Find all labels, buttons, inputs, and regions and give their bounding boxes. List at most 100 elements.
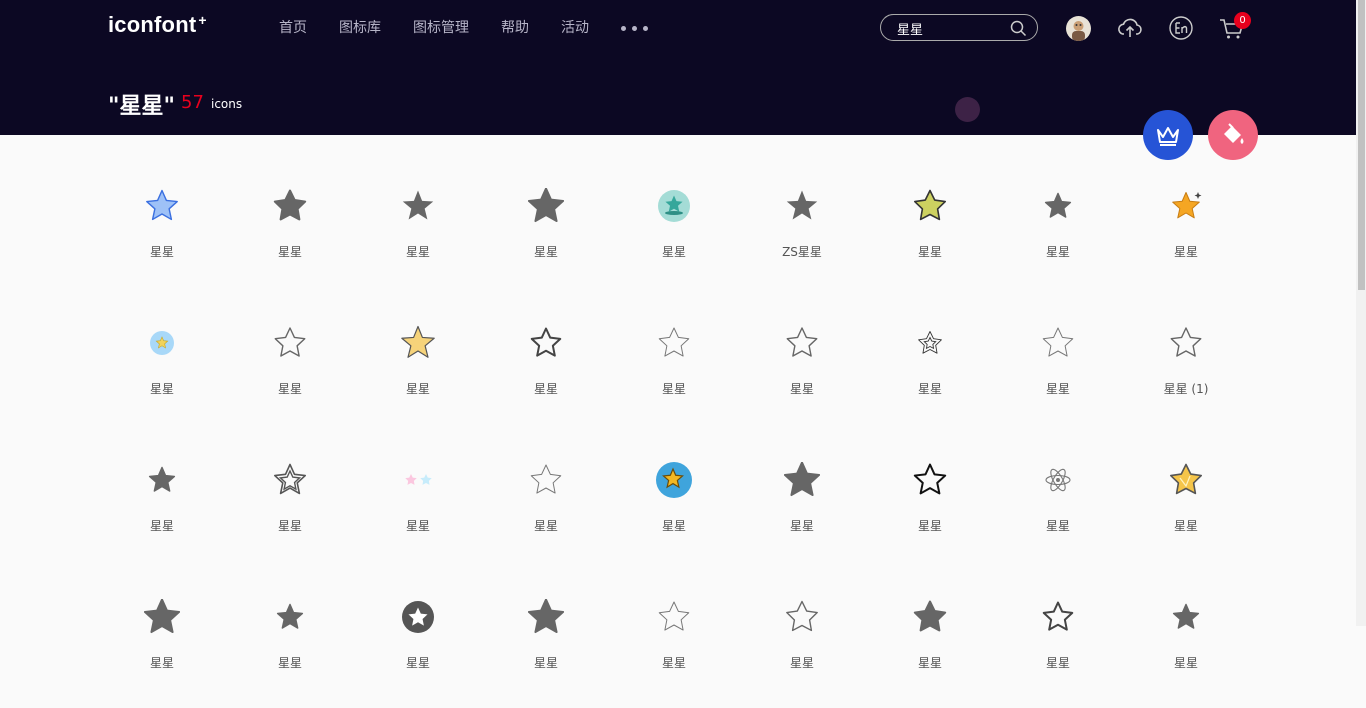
star-icon xyxy=(1040,325,1076,361)
icon-card[interactable]: 星星 xyxy=(994,297,1122,434)
icon-name: 星星 xyxy=(405,245,430,259)
star-icon xyxy=(528,325,564,361)
icon-card[interactable]: 星星 xyxy=(738,571,866,708)
icon-name: 星星 xyxy=(1045,656,1070,670)
nav-icon-library[interactable]: 图标库 xyxy=(339,18,381,38)
nav-home[interactable]: 首页 xyxy=(279,18,307,38)
icon-card[interactable]: 星星 xyxy=(482,434,610,571)
star-icon xyxy=(528,462,564,498)
scrollbar-thumb[interactable] xyxy=(1358,0,1365,290)
search-box xyxy=(880,14,1038,41)
decorative-dot xyxy=(955,97,980,122)
icon-card[interactable]: 星星 xyxy=(866,160,994,297)
icon-name: 星星 xyxy=(917,245,942,259)
icon-name: 星星 xyxy=(1045,519,1070,533)
star-icon xyxy=(144,188,180,224)
icon-name: 星星 xyxy=(789,519,814,533)
icon-name: 星星 xyxy=(1173,245,1198,259)
icon-card[interactable]: 星星 xyxy=(738,434,866,571)
icon-card[interactable]: 星星 xyxy=(994,160,1122,297)
icon-card[interactable]: 星星 xyxy=(354,297,482,434)
icon-card[interactable]: 星星 xyxy=(98,160,226,297)
star-icon xyxy=(400,599,436,635)
icon-card[interactable]: 星星 xyxy=(98,434,226,571)
icon-card[interactable]: 星星 xyxy=(482,571,610,708)
icon-card[interactable]: 星星 xyxy=(354,434,482,571)
icon-card[interactable]: 星星 xyxy=(866,571,994,708)
icon-card[interactable]: 星星 xyxy=(1122,571,1250,708)
star-icon xyxy=(1040,462,1076,498)
icon-name: 星星 xyxy=(917,519,942,533)
icon-card[interactable]: 星星 xyxy=(738,297,866,434)
icon-name: 星星 xyxy=(1173,519,1198,533)
star-icon xyxy=(656,599,692,635)
icon-card[interactable]: 星星 xyxy=(610,571,738,708)
icon-card[interactable]: 星星 xyxy=(226,571,354,708)
icon-card[interactable]: ZS星星 xyxy=(738,160,866,297)
star-icon xyxy=(783,461,821,498)
icon-name: 星星 xyxy=(1045,382,1070,396)
icon-card[interactable]: 星星 xyxy=(866,297,994,434)
icon-card[interactable]: 星星 xyxy=(610,297,738,434)
nav-help[interactable]: 帮助 xyxy=(501,18,529,38)
icon-card[interactable]: 星星 xyxy=(98,297,226,434)
icon-card[interactable]: 星星 xyxy=(610,160,738,297)
crown-button[interactable] xyxy=(1143,110,1193,160)
icon-card[interactable]: 星星 xyxy=(866,434,994,571)
icon-name: 星星 xyxy=(661,656,686,670)
icon-card[interactable]: 星星 xyxy=(354,160,482,297)
icon-card[interactable]: 星星 xyxy=(226,434,354,571)
upload-cloud-icon[interactable] xyxy=(1116,14,1144,42)
icon-name: 星星 xyxy=(917,382,942,396)
more-menu-icon[interactable] xyxy=(621,18,648,38)
iconfont-logo[interactable]: iconfont + xyxy=(108,12,207,38)
crown-icon xyxy=(1157,127,1179,146)
paint-bucket-button[interactable] xyxy=(1208,110,1258,160)
icon-name: 星星 xyxy=(661,519,686,533)
star-icon xyxy=(912,325,948,361)
icon-name: 星星 xyxy=(149,245,174,259)
star-icon xyxy=(272,188,308,224)
icon-card[interactable]: 星星 (1) xyxy=(1122,297,1250,434)
star-icon xyxy=(1168,188,1204,224)
icon-card[interactable]: 星星 xyxy=(994,434,1122,571)
result-count: 57 xyxy=(181,92,204,113)
icon-card[interactable]: 星星 xyxy=(354,571,482,708)
star-icon xyxy=(656,325,692,361)
icon-card[interactable]: 星星 xyxy=(226,297,354,434)
icon-name: 星星 xyxy=(277,382,302,396)
nav-icon-management[interactable]: 图标管理 xyxy=(413,18,469,38)
icon-card[interactable]: 星星 xyxy=(482,297,610,434)
search-input[interactable] xyxy=(897,19,1007,37)
icon-name: 星星 xyxy=(533,382,558,396)
icon-card[interactable]: 星星 xyxy=(994,571,1122,708)
star-icon xyxy=(400,188,436,224)
icon-name: ZS星星 xyxy=(782,245,822,259)
star-icon xyxy=(656,188,692,224)
icon-card[interactable]: 星星 xyxy=(226,160,354,297)
icon-name: 星星 xyxy=(533,245,558,259)
nav-activity[interactable]: 活动 xyxy=(561,18,589,38)
star-icon xyxy=(912,599,948,635)
icon-card[interactable]: 星星 xyxy=(610,434,738,571)
icon-name: 星星 (1) xyxy=(1163,382,1209,396)
star-icon xyxy=(527,598,565,635)
star-icon xyxy=(784,325,820,361)
icon-name: 星星 xyxy=(405,382,430,396)
icon-card[interactable]: 星星 xyxy=(1122,160,1250,297)
language-en-icon[interactable] xyxy=(1168,14,1194,42)
star-icon xyxy=(144,462,180,498)
search-keyword-title: "星星" xyxy=(108,94,175,119)
star-icon xyxy=(1168,599,1204,635)
icon-name: 星星 xyxy=(149,656,174,670)
icon-card[interactable]: 星星 xyxy=(482,160,610,297)
icon-name: 星星 xyxy=(1045,245,1070,259)
star-icon xyxy=(272,599,308,635)
search-icon[interactable] xyxy=(1010,20,1027,37)
icon-card[interactable]: 星星 xyxy=(98,571,226,708)
icon-card[interactable]: 星星 xyxy=(1122,434,1250,571)
icon-name: 星星 xyxy=(149,382,174,396)
star-icon xyxy=(784,188,820,224)
main-nav: 首页 图标库 图标管理 帮助 活动 xyxy=(279,18,648,38)
user-avatar[interactable] xyxy=(1066,16,1091,41)
